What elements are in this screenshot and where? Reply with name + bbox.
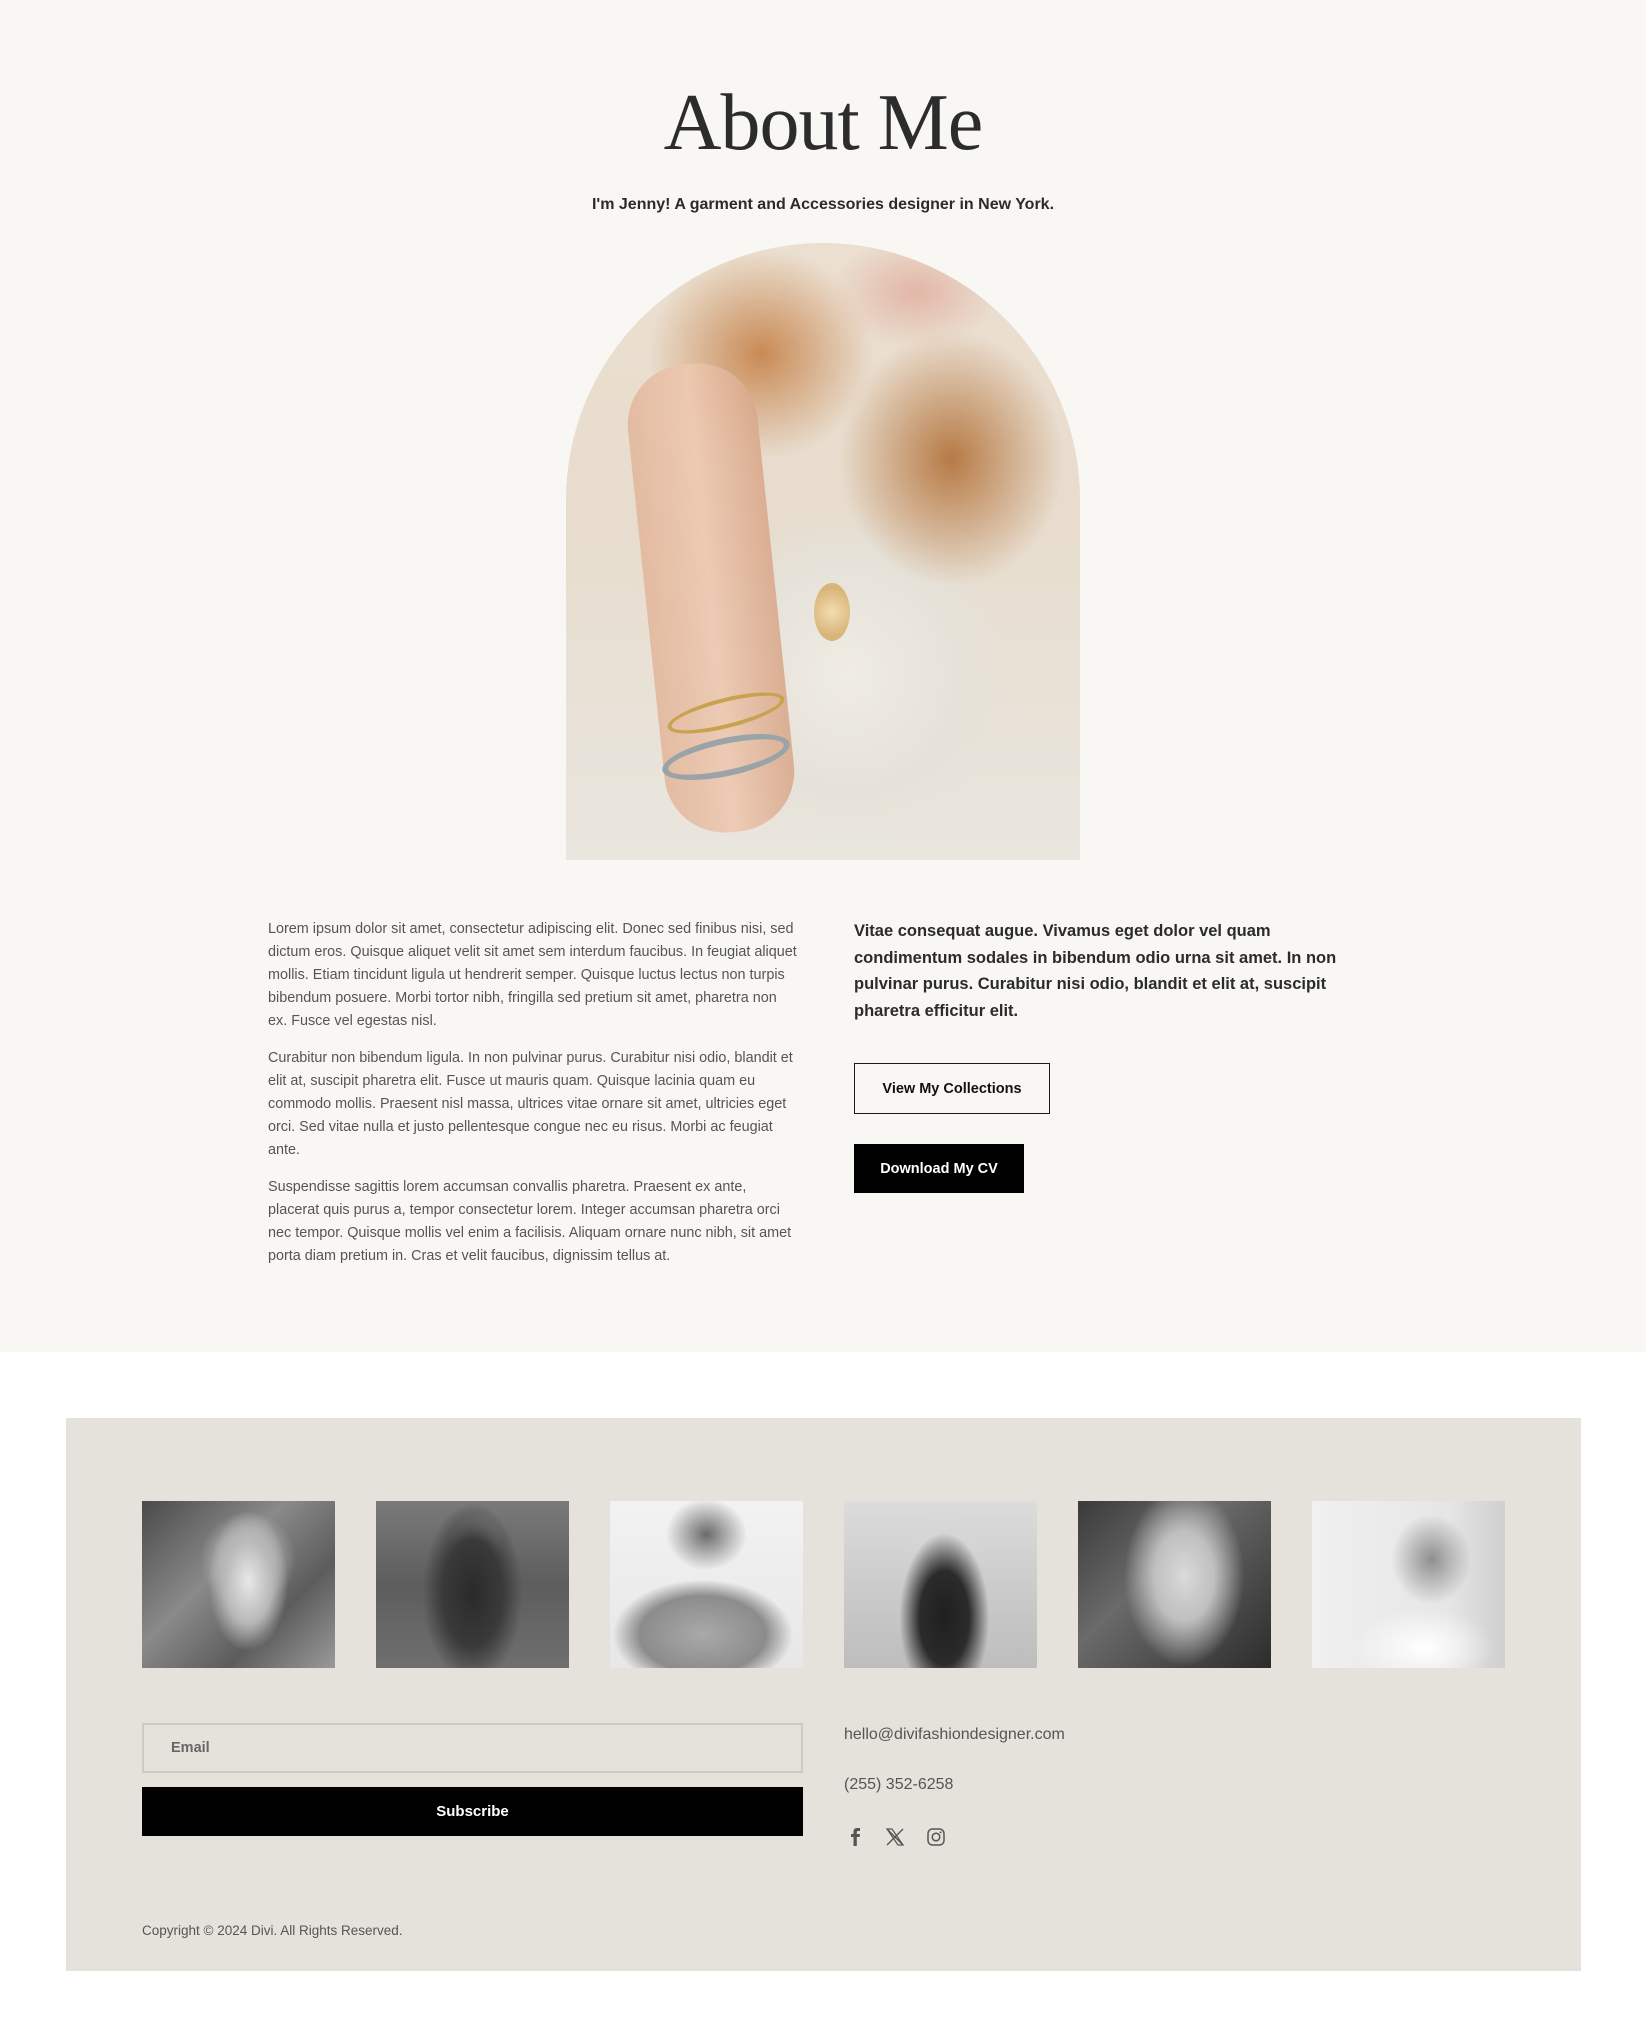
gallery-photo[interactable] <box>1312 1501 1505 1668</box>
page-subtitle: I'm Jenny! A garment and Accessories des… <box>591 196 1055 213</box>
about-cta-column: Vitae consequat augue. Vivamus eget dolo… <box>854 918 1374 1193</box>
about-paragraph: Suspendisse sagittis lorem accumsan conv… <box>268 1179 792 1264</box>
gallery-photo[interactable] <box>610 1501 803 1668</box>
x-icon[interactable] <box>884 1826 906 1848</box>
instagram-icon[interactable] <box>925 1826 947 1848</box>
portrait-image <box>566 243 1080 860</box>
gallery-photo[interactable] <box>844 1501 1037 1668</box>
contact-email-link[interactable]: hello@divifashiondesigner.com <box>844 1726 1065 1744</box>
view-collections-button[interactable]: View My Collections <box>854 1063 1050 1114</box>
download-cv-button[interactable]: Download My CV <box>854 1144 1024 1193</box>
about-paragraph: Curabitur non bibendum ligula. In non pu… <box>268 1050 793 1158</box>
about-text-column: Lorem ipsum dolor sit amet, consectetur … <box>268 918 798 1282</box>
page-title: About Me <box>663 79 984 167</box>
about-section: About Me I'm Jenny! A garment and Access… <box>0 0 1646 1352</box>
gallery-photo[interactable] <box>376 1501 569 1668</box>
email-field[interactable] <box>142 1723 803 1773</box>
about-paragraph: Lorem ipsum dolor sit amet, consectetur … <box>268 921 797 1029</box>
subscribe-button[interactable]: Subscribe <box>142 1787 803 1836</box>
copyright-text: Copyright © 2024 Divi. All Rights Reserv… <box>142 1923 403 1938</box>
contact-phone-link[interactable]: (255) 352-6258 <box>844 1776 953 1794</box>
footer: Subscribe hello@divifashiondesigner.com … <box>66 1418 1581 1971</box>
about-lead-text: Vitae consequat augue. Vivamus eget dolo… <box>854 922 1337 1020</box>
facebook-icon[interactable] <box>844 1826 866 1848</box>
gallery-photo[interactable] <box>1078 1501 1271 1668</box>
portrait-pendant-shape <box>814 583 850 641</box>
photo-gallery <box>142 1501 1508 1668</box>
gallery-photo[interactable] <box>142 1501 335 1668</box>
